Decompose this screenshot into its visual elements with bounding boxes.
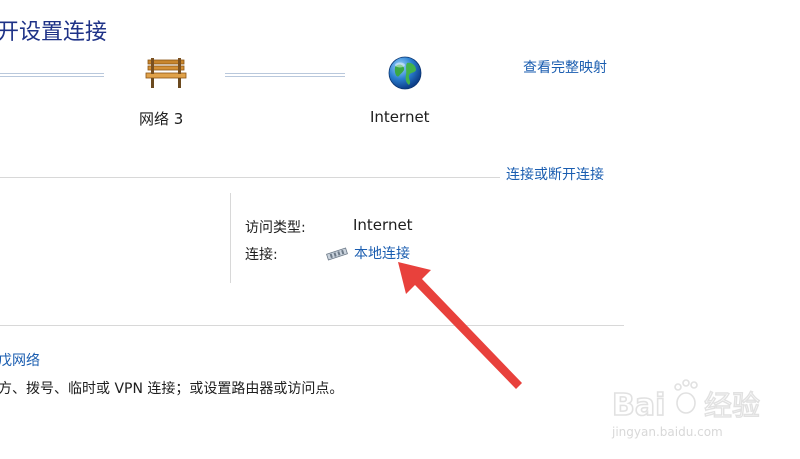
map-connector-line <box>0 73 104 77</box>
globe-icon <box>388 56 422 90</box>
access-type-label: 访问类型: <box>245 220 306 236</box>
setup-network-link[interactable]: 戊网络 <box>0 350 40 370</box>
connections-label: 连接: <box>245 247 278 263</box>
section-divider <box>0 325 624 326</box>
connect-disconnect-link[interactable]: 连接或断开连接 <box>506 164 604 184</box>
network-name-label: 网络 3 <box>139 110 184 128</box>
bench-icon <box>145 58 187 88</box>
vertical-divider <box>230 193 231 283</box>
network-adapter-icon <box>326 247 348 261</box>
map-connector-line <box>225 73 345 77</box>
watermark-url: jingyan.baidu.com <box>612 425 723 439</box>
network-sharing-center-page: 开设置连接 网络 3 Internet 查看完整映射 连接或断开连接 访问类型:… <box>0 0 800 459</box>
svg-text:经验: 经验 <box>704 389 760 422</box>
page-title: 开设置连接 <box>0 20 108 45</box>
local-connection-link[interactable]: 本地连接 <box>354 243 410 263</box>
view-full-map-link[interactable]: 查看完整映射 <box>523 57 607 77</box>
section-divider <box>0 177 500 178</box>
access-type-value: Internet <box>353 216 413 234</box>
setup-network-description: 方、拨号、临时或 VPN 连接；或设置路由器或访问点。 <box>0 381 344 397</box>
internet-label: Internet <box>370 108 430 126</box>
svg-text:Bai: Bai <box>612 388 665 423</box>
